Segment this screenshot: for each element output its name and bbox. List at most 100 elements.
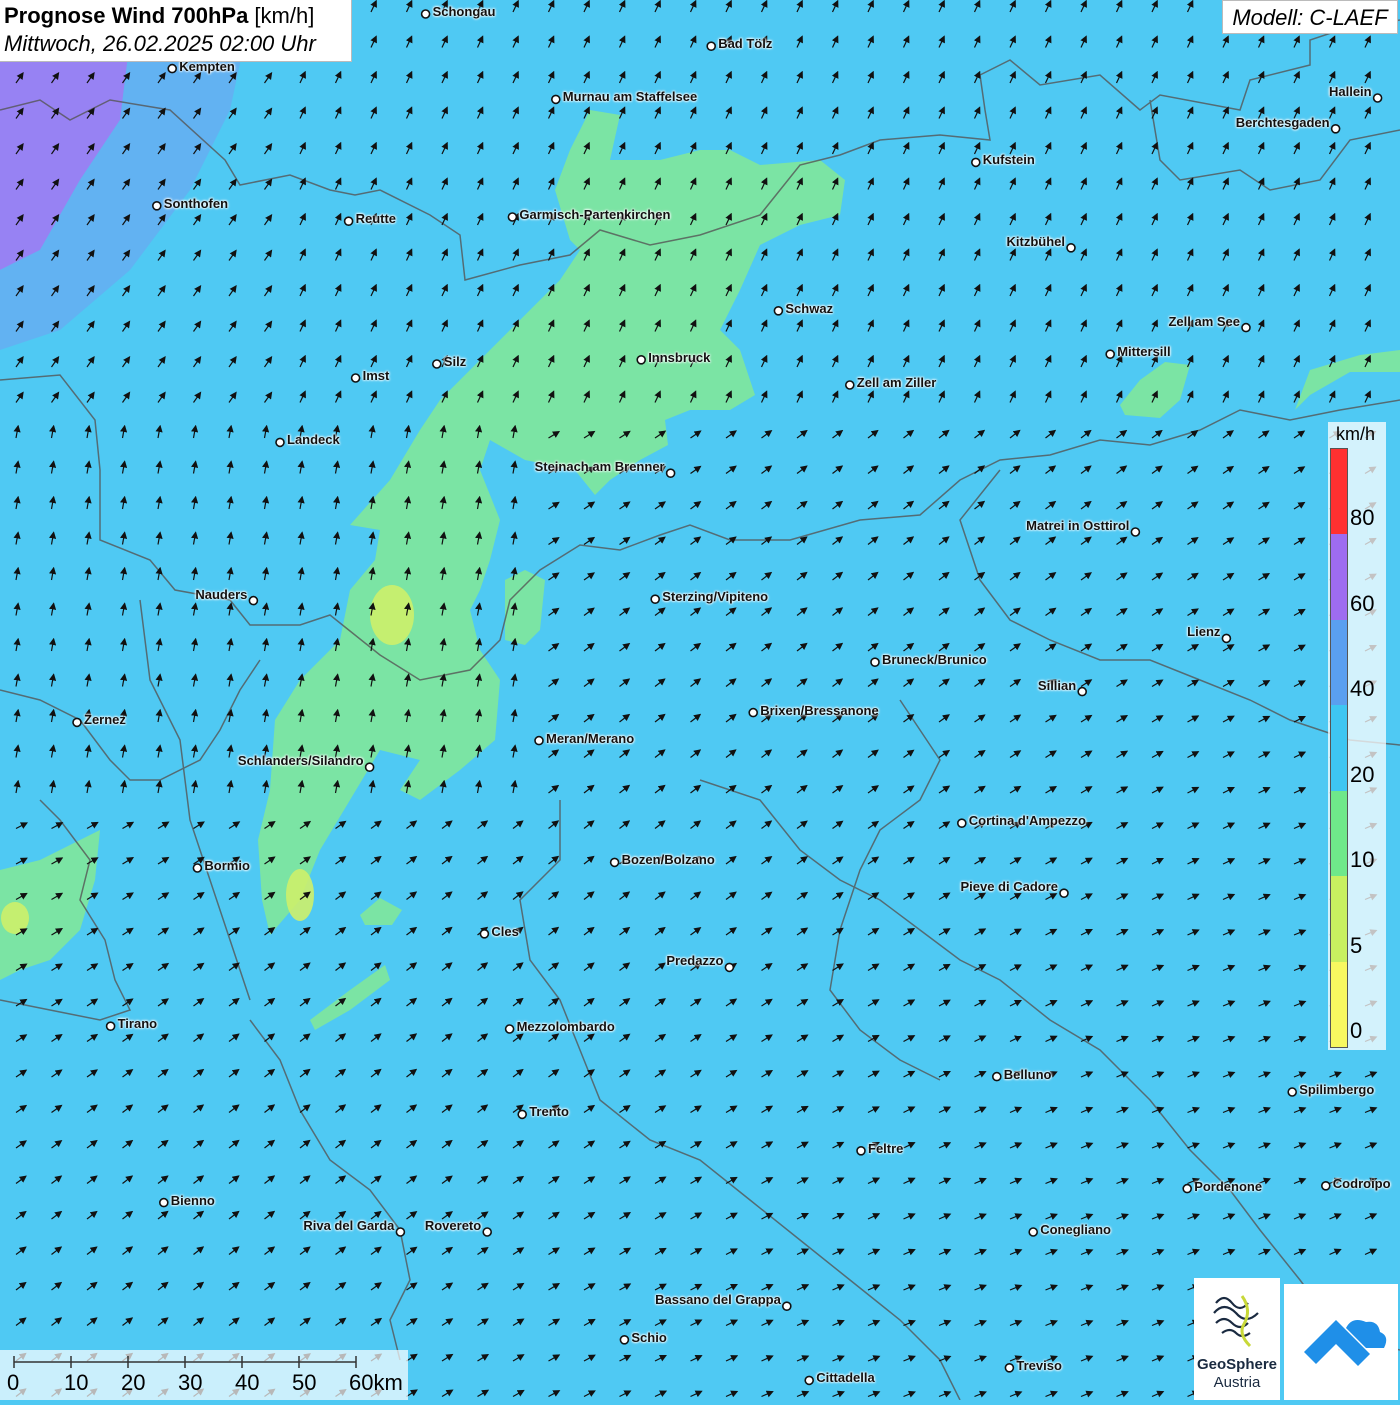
city-label: Riva del Garda <box>303 1218 395 1233</box>
city-marker <box>479 928 490 939</box>
legend-label: 20 <box>1350 761 1375 787</box>
city-marker <box>1130 527 1141 537</box>
city-label: Schio <box>631 1329 667 1345</box>
city-label: Bormio <box>204 858 250 873</box>
city-marker <box>275 437 285 448</box>
scale-label: 30 <box>178 1370 203 1395</box>
city-marker <box>956 818 967 829</box>
city-label: Lienz <box>1187 624 1221 640</box>
city-marker <box>395 1227 406 1237</box>
city-label: Schwaz <box>785 300 834 316</box>
city-label: Feltre <box>868 1140 904 1156</box>
city-marker <box>1028 1227 1038 1237</box>
legend-label: 5 <box>1350 932 1363 958</box>
city-marker <box>350 373 361 383</box>
city-label: Pordenone <box>1194 1178 1263 1194</box>
city-label: Steinach am Brenner <box>534 459 665 475</box>
scale-label: 60km <box>349 1370 403 1395</box>
legend-swatch <box>1331 619 1347 706</box>
city-marker <box>364 762 375 773</box>
geosphere-name: GeoSphere <box>1196 1356 1278 1373</box>
city-marker <box>1066 243 1076 253</box>
title-unit: [km/h] <box>248 3 315 28</box>
city-label: Zell am Ziller <box>856 375 937 390</box>
city-label: Bruneck/Brunico <box>882 652 987 668</box>
city-label: Kempten <box>179 58 235 74</box>
calm-spot-1 <box>370 585 414 645</box>
city-marker <box>1059 888 1069 899</box>
city-marker <box>192 863 203 873</box>
city-marker <box>650 594 661 605</box>
scale-label: 50 <box>292 1370 317 1395</box>
city-label: Sillian <box>1037 677 1077 693</box>
legend-swatch <box>1331 876 1347 962</box>
city-marker <box>517 1109 528 1120</box>
city-marker <box>1182 1183 1192 1194</box>
legend-label: 40 <box>1350 676 1375 702</box>
legend-label: 0 <box>1350 1018 1363 1043</box>
geosphere-emblem-icon <box>1213 1295 1259 1348</box>
city-label: Sonthofen <box>163 195 229 211</box>
city-label: Cles <box>491 923 519 939</box>
scale-label: 40 <box>235 1370 260 1395</box>
legend-swatch <box>1331 790 1347 877</box>
legend-unit: km/h <box>1336 424 1376 444</box>
model-label: Modell: C-LAEF <box>1222 0 1398 34</box>
city-label: Reutte <box>355 211 397 227</box>
city-marker <box>1321 1181 1331 1191</box>
city-label: Kufstein <box>982 152 1035 168</box>
city-marker <box>504 1024 515 1034</box>
cloud-logo-icon <box>1304 1320 1387 1366</box>
city-marker <box>856 1146 866 1156</box>
city-label: Trento <box>529 1104 569 1120</box>
city-marker <box>970 157 981 168</box>
legend-swatch <box>1331 705 1347 791</box>
geosphere-country: Austria <box>1213 1374 1261 1391</box>
geosphere-logo: GeoSphere Austria <box>1194 1278 1280 1400</box>
city-marker <box>248 595 259 606</box>
city-marker <box>1372 93 1383 103</box>
city-marker <box>1330 124 1341 134</box>
forecast-date: Mittwoch, 26.02.2025 02:00 Uhr <box>4 31 316 56</box>
city-label: Conegliano <box>1040 1222 1111 1237</box>
city-label: Innsbruck <box>648 349 711 365</box>
city-marker <box>1287 1087 1297 1097</box>
city-marker <box>343 216 354 226</box>
city-marker <box>636 354 647 365</box>
city-marker <box>991 1071 1002 1082</box>
legend-swatch <box>1331 961 1347 1047</box>
legend-swatch <box>1331 534 1347 620</box>
city-label: Rovereto <box>424 1218 482 1233</box>
city-label: Bad Tölz <box>718 36 773 52</box>
city-label: Zernez <box>84 712 126 728</box>
city-marker <box>152 201 162 211</box>
city-label: Cortina d'Ampezzo <box>968 813 1086 829</box>
city-marker <box>844 380 855 390</box>
city-label: Berchtesgaden <box>1235 114 1330 130</box>
city-label: Schongau <box>432 4 496 19</box>
city-label: Murnau am Staffelsee <box>562 89 698 105</box>
city-marker <box>507 212 518 222</box>
city-marker <box>167 63 177 74</box>
city-label: Predazzo <box>666 953 724 969</box>
legend-label: 80 <box>1350 505 1375 531</box>
calm-spot-3 <box>1 902 29 934</box>
city-label: Silz <box>443 354 467 369</box>
city-label: Kitzbühel <box>1006 233 1066 249</box>
city-label: Matrei in Osttirol <box>1026 518 1130 533</box>
city-label: Nauders <box>195 586 248 602</box>
city-marker <box>1105 349 1115 360</box>
city-label: Cittadella <box>816 1370 875 1386</box>
scale-label: 10 <box>64 1370 89 1395</box>
city-marker <box>609 857 620 868</box>
calm-spot-2 <box>286 869 314 921</box>
city-label: Belluno <box>1003 1066 1052 1082</box>
city-label: Sterzing/Vipiteno <box>662 589 769 605</box>
city-marker <box>1077 686 1087 697</box>
city-label: Garmisch-Partenkirchen <box>519 207 671 222</box>
city-label: Mezzolombardo <box>516 1019 615 1034</box>
city-label: Treviso <box>1016 1357 1062 1373</box>
city-marker <box>724 962 735 973</box>
title-box: Prognose Wind 700hPa [km/h] Mittwoch, 26… <box>0 0 352 62</box>
city-marker <box>870 657 880 668</box>
